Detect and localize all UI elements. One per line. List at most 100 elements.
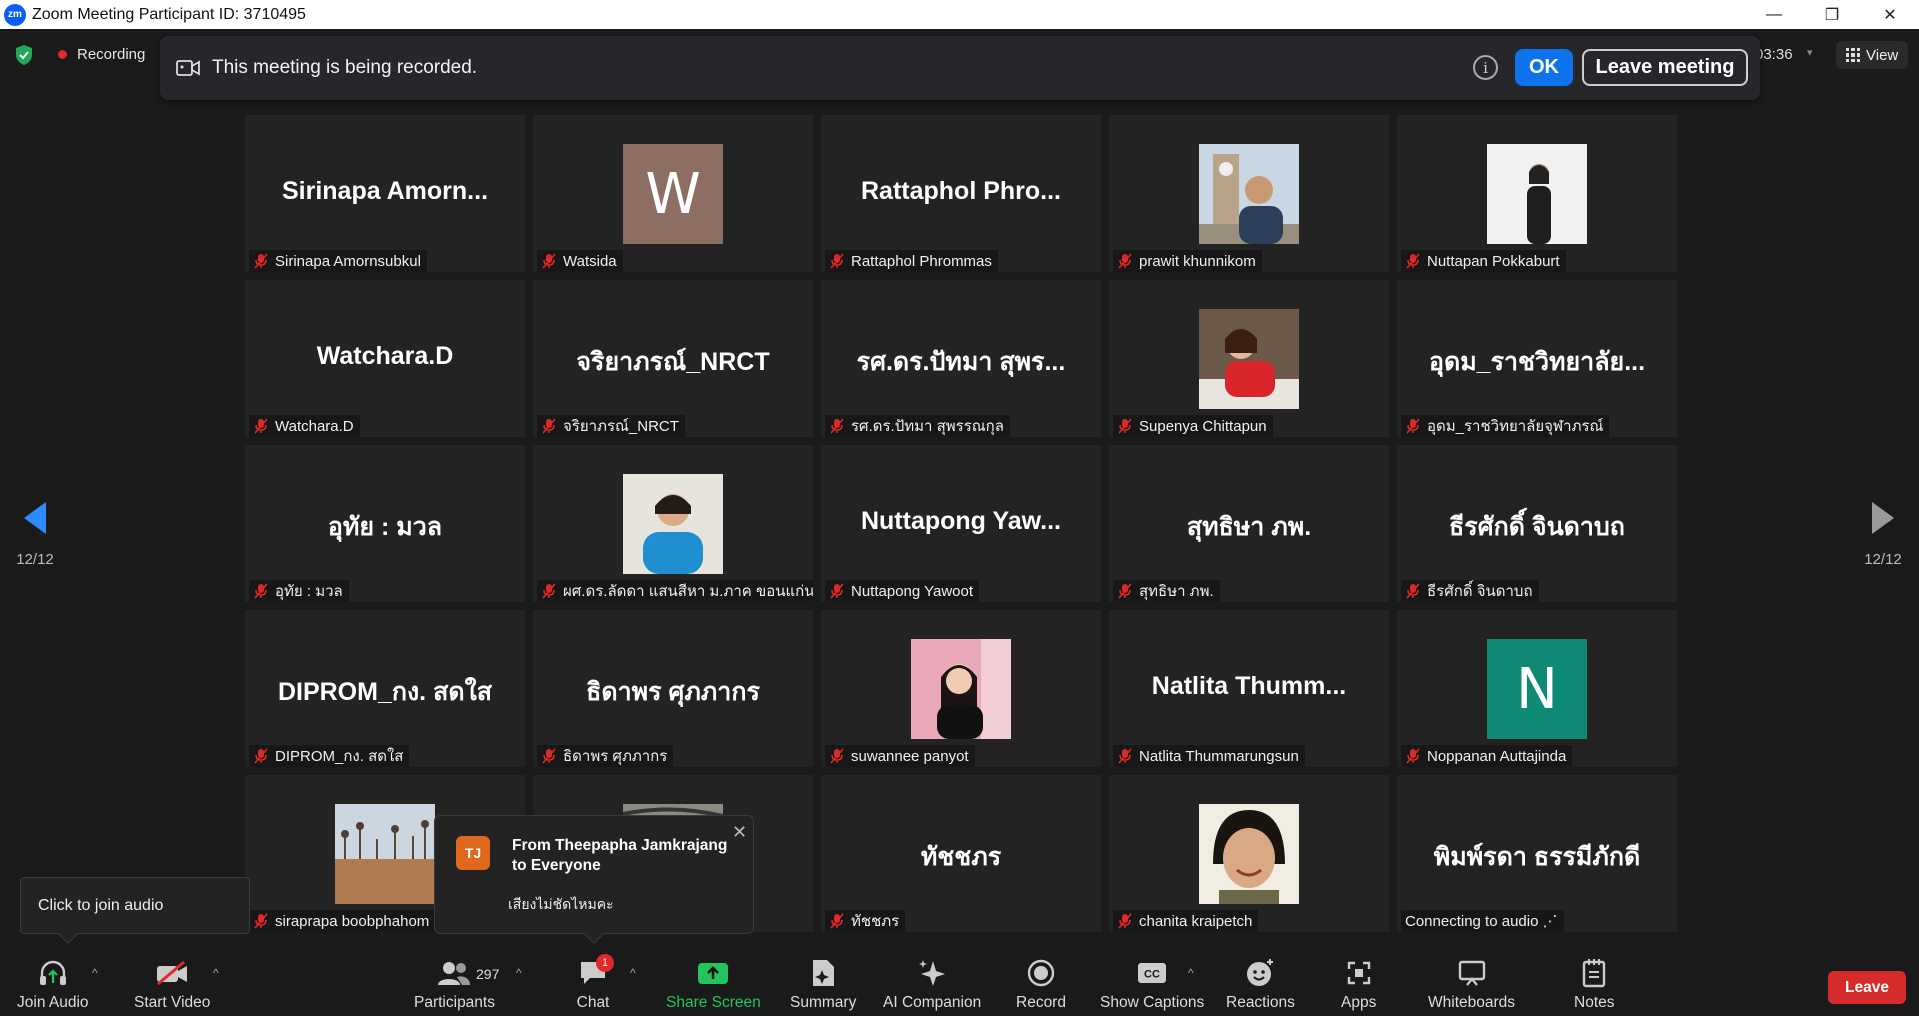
participant-name: Noppanan Auttajinda <box>1427 747 1567 765</box>
participant-tile[interactable]: Nuttapong Yaw... Nuttapong Yawoot <box>821 445 1101 602</box>
summary-icon <box>806 958 840 988</box>
participant-tile[interactable]: Natlita Thumm... Natlita Thummarungsun <box>1109 610 1389 767</box>
participant-display-name: สุทธิษา ภพ. <box>1186 513 1312 541</box>
security-shield-icon[interactable] <box>14 44 34 66</box>
chat-icon: 1 <box>576 954 614 988</box>
participant-tile[interactable]: Supenya Chittapun <box>1109 280 1389 437</box>
participant-tile[interactable]: อุดม_ราชวิทยาลัย... อุดม_ราชวิทยาลัยจุฬาภ… <box>1397 280 1677 437</box>
whiteboards-button[interactable]: Whiteboards <box>1428 958 1515 1012</box>
start-video-label: Start Video <box>134 994 211 1011</box>
notes-button[interactable]: Notes <box>1574 958 1615 1012</box>
video-options-caret-icon[interactable]: ^ <box>213 966 219 980</box>
muted-mic-icon <box>829 418 851 434</box>
participant-tile[interactable]: W Watsida <box>533 115 813 272</box>
participant-display-name: Nuttapong Yaw... <box>860 507 1061 535</box>
window-title: Zoom Meeting Participant ID: 3710495 <box>32 5 306 23</box>
participant-name-label: Supenya Chittapun <box>1113 415 1273 437</box>
meeting-timer: 03:36 <box>1755 46 1793 63</box>
participant-display-name: รศ.ดร.ปัทมา สุพร... <box>856 348 1066 376</box>
participant-display-name: จริยาภรณ์_NRCT <box>576 348 770 376</box>
sender-avatar: TJ <box>456 836 490 870</box>
participant-name-label: Nuttapan Pokkaburt <box>1401 250 1566 272</box>
minimize-button[interactable]: — <box>1745 0 1803 29</box>
participant-tile[interactable]: suwannee panyot <box>821 610 1101 767</box>
participant-tile[interactable]: ทัชชภร ทัชชภร <box>821 775 1101 932</box>
muted-mic-icon <box>1117 418 1139 434</box>
participant-tile[interactable]: Watchara.D Watchara.D <box>245 280 525 437</box>
participant-tile[interactable]: สุทธิษา ภพ. สุทธิษา ภพ. <box>1109 445 1389 602</box>
participant-display-name: อุดม_ราชวิทยาลัย... <box>1428 348 1646 376</box>
leave-meeting-button[interactable]: Leave meeting <box>1582 49 1748 86</box>
leave-button[interactable]: Leave <box>1828 971 1906 1004</box>
participant-photo <box>335 804 435 904</box>
muted-mic-icon <box>1405 583 1427 599</box>
prev-page-nav[interactable]: 12/12 <box>5 500 65 568</box>
participant-tile[interactable]: รศ.ดร.ปัทมา สุพร... รศ.ดร.ปัทมา สุพรรณกุล <box>821 280 1101 437</box>
participant-name-label: Noppanan Auttajinda <box>1401 745 1573 767</box>
start-video-button[interactable]: Start Video <box>134 958 210 1012</box>
view-label: View <box>1866 46 1899 64</box>
apps-button[interactable]: Apps <box>1341 958 1376 1012</box>
recording-camera-icon <box>176 60 200 76</box>
participant-tile[interactable]: อุทัย : มวล อุทัย : มวล <box>245 445 525 602</box>
ok-button[interactable]: OK <box>1515 49 1573 86</box>
participant-display-name: Rattaphol Phro... <box>861 177 1061 205</box>
ai-companion-button[interactable]: AI Companion <box>883 958 981 1012</box>
captions-caret-icon[interactable]: ^ <box>1188 966 1194 980</box>
participant-name-label: ทัชชภร <box>825 910 906 932</box>
join-audio-tooltip: Click to join audio <box>20 877 250 944</box>
window-title-bar: zm Zoom Meeting Participant ID: 3710495 … <box>0 0 1919 29</box>
chat-message-text: เสียงไม่ชัดไหมคะ <box>508 896 614 912</box>
recording-indicator[interactable]: Recording <box>58 46 145 63</box>
participant-tile[interactable]: prawit khunnikom <box>1109 115 1389 272</box>
participant-name-label: Watsida <box>537 250 623 272</box>
record-button[interactable]: Record <box>1016 958 1066 1012</box>
participant-tile[interactable]: N Noppanan Auttajinda <box>1397 610 1677 767</box>
join-audio-button[interactable]: Join Audio <box>17 958 89 1012</box>
participant-tile[interactable]: chanita kraipetch <box>1109 775 1389 932</box>
participant-tile[interactable]: ธีรศักดิ์ จินดาบถ ธีรศักดิ์ จินดาบถ <box>1397 445 1677 602</box>
participant-tile[interactable]: จริยาภรณ์_NRCT จริยาภรณ์_NRCT <box>533 280 813 437</box>
next-page-nav[interactable]: 12/12 <box>1853 500 1913 568</box>
participant-tile[interactable]: ผศ.ดร.ลัดดา แสนสีหา ม.ภาค ขอนแก่น <box>533 445 813 602</box>
participant-name: สุทธิษา ภพ. <box>1139 583 1214 600</box>
participants-caret-icon[interactable]: ^ <box>516 966 522 980</box>
participant-tile[interactable]: Sirinapa Amorn... Sirinapa Amornsubkul <box>245 115 525 272</box>
share-screen-button[interactable]: Share Screen <box>666 958 761 1012</box>
participant-name-label: Rattaphol Phrommas <box>825 250 998 272</box>
maximize-button[interactable]: ❐ <box>1803 0 1861 29</box>
chat-notification-popup[interactable]: TJ From Theepapha Jamkrajang to Everyone… <box>434 815 754 944</box>
participant-name-label: ธีรศักดิ์ จินดาบถ <box>1401 580 1539 602</box>
participant-name-label: Natlita Thummarungsun <box>1113 745 1305 767</box>
next-page-arrow-icon[interactable] <box>1870 500 1896 536</box>
chat-caret-icon[interactable]: ^ <box>630 966 636 980</box>
participant-tile[interactable]: Nuttapan Pokkaburt <box>1397 115 1677 272</box>
participant-avatar: N <box>1487 639 1587 739</box>
participant-tile[interactable]: ธิดาพร ศุภภากร ธิดาพร ศุภภากร <box>533 610 813 767</box>
participant-tile[interactable]: Rattaphol Phro... Rattaphol Phrommas <box>821 115 1101 272</box>
participant-tile[interactable]: พิมพ์รดา ธรรมีภักดี Connecting to audio ⋰ <box>1397 775 1677 932</box>
view-button[interactable]: View <box>1836 41 1909 69</box>
chat-button[interactable]: 1 Chat <box>576 954 614 1012</box>
participant-photo <box>1199 804 1299 904</box>
audio-options-caret-icon[interactable]: ^ <box>92 966 98 980</box>
participant-name: ธีรศักดิ์ จินดาบถ <box>1427 583 1533 600</box>
close-popup-icon[interactable]: ✕ <box>732 822 747 843</box>
participant-photo <box>1199 309 1299 409</box>
reactions-button[interactable]: Reactions <box>1226 958 1295 1012</box>
prev-page-arrow-icon[interactable] <box>22 500 48 536</box>
close-window-button[interactable]: ✕ <box>1861 0 1919 29</box>
participant-tile[interactable]: DIPROM_กง. สดใส DIPROM_กง. สดใส <box>245 610 525 767</box>
summary-button[interactable]: Summary <box>790 958 856 1012</box>
participant-name-label: suwannee panyot <box>825 745 975 767</box>
info-icon[interactable]: i <box>1473 55 1498 80</box>
participant-avatar: W <box>623 144 723 244</box>
timer-dropdown-icon[interactable]: ▾ <box>1807 46 1813 59</box>
participant-name-label: chanita kraipetch <box>1113 910 1259 932</box>
headphones-icon <box>36 958 70 988</box>
participant-name: อุทัย : มวล <box>275 583 343 600</box>
chat-unread-badge: 1 <box>596 954 614 972</box>
participant-name: จริยาภรณ์_NRCT <box>563 418 679 435</box>
participant-name-label: อุดม_ราชวิทยาลัยจุฬาภรณ์ <box>1401 415 1610 437</box>
participant-name-label: อุทัย : มวล <box>249 580 349 602</box>
